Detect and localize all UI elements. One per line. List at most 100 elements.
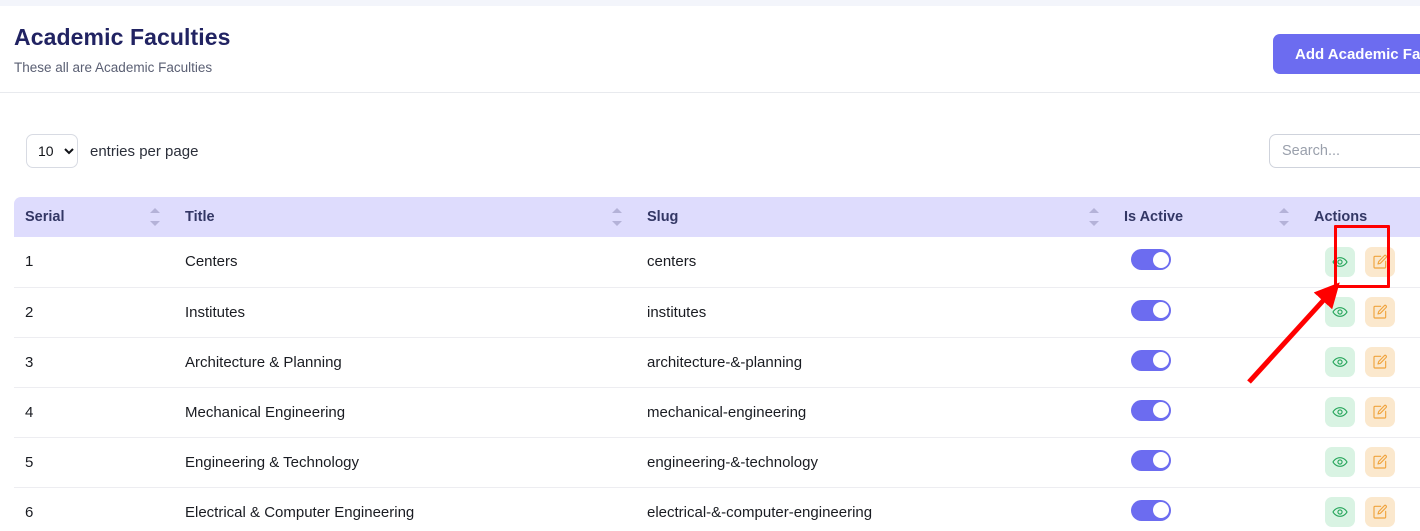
view-button[interactable] — [1325, 497, 1355, 527]
entries-per-page-group: 10 entries per page — [26, 134, 198, 168]
sort-icon-slug[interactable] — [1089, 207, 1099, 227]
toggle-knob — [1153, 402, 1169, 418]
column-label-slug: Slug — [647, 209, 678, 225]
is-active-toggle[interactable] — [1131, 450, 1171, 471]
cell-title: Electrical & Computer Engineering — [174, 487, 636, 531]
faculties-table-container: Serial Title Slug Is Active — [14, 197, 1420, 531]
cell-slug: centers — [636, 237, 1113, 287]
cell-is-active — [1113, 487, 1303, 531]
column-header-title[interactable]: Title — [174, 197, 636, 237]
view-button[interactable] — [1325, 397, 1355, 427]
column-label-actions: Actions — [1314, 209, 1367, 225]
cell-is-active — [1113, 387, 1303, 437]
cell-is-active — [1113, 287, 1303, 337]
column-label-title: Title — [185, 209, 215, 225]
cell-actions — [1303, 237, 1420, 287]
table-body: 1Centerscenters2Institutesinstitutes3Arc… — [14, 237, 1420, 531]
edit-pencil-square-icon — [1372, 504, 1388, 520]
cell-is-active — [1113, 237, 1303, 287]
page-title: Academic Faculties — [14, 24, 231, 51]
action-button-group — [1325, 447, 1420, 477]
cell-serial: 6 — [14, 487, 174, 531]
edit-button[interactable] — [1365, 297, 1395, 327]
search-input[interactable] — [1269, 134, 1420, 168]
is-active-toggle[interactable] — [1131, 400, 1171, 421]
edit-pencil-square-icon — [1372, 454, 1388, 470]
is-active-toggle[interactable] — [1131, 350, 1171, 371]
action-button-group — [1325, 247, 1420, 277]
page-subtitle: These all are Academic Faculties — [14, 60, 212, 75]
table-row: 1Centerscenters — [14, 237, 1420, 287]
cell-serial: 1 — [14, 237, 174, 287]
eye-icon — [1332, 304, 1348, 320]
is-active-toggle[interactable] — [1131, 500, 1171, 521]
cell-actions — [1303, 487, 1420, 531]
sort-icon-title[interactable] — [612, 207, 622, 227]
edit-pencil-square-icon — [1372, 404, 1388, 420]
cell-serial: 2 — [14, 287, 174, 337]
table-row: 6Electrical & Computer Engineeringelectr… — [14, 487, 1420, 531]
eye-icon — [1332, 504, 1348, 520]
cell-slug: engineering-&-technology — [636, 437, 1113, 487]
academic-faculties-page: Academic Faculties These all are Academi… — [0, 0, 1420, 531]
add-academic-faculty-button[interactable]: Add Academic Faculty — [1273, 34, 1420, 74]
toggle-knob — [1153, 302, 1169, 318]
edit-pencil-square-icon — [1372, 354, 1388, 370]
action-button-group — [1325, 397, 1420, 427]
action-button-group — [1325, 497, 1420, 527]
column-header-slug[interactable]: Slug — [636, 197, 1113, 237]
cell-slug: architecture-&-planning — [636, 337, 1113, 387]
entries-per-page-label: entries per page — [90, 143, 198, 160]
column-label-serial: Serial — [25, 209, 65, 225]
table-toolbar: 10 entries per page — [0, 120, 1420, 182]
table-row: 3Architecture & Planningarchitecture-&-p… — [14, 337, 1420, 387]
toggle-knob — [1153, 502, 1169, 518]
view-button[interactable] — [1325, 247, 1355, 277]
cell-slug: mechanical-engineering — [636, 387, 1113, 437]
eye-icon — [1332, 254, 1348, 270]
edit-pencil-square-icon — [1372, 304, 1388, 320]
column-header-serial[interactable]: Serial — [14, 197, 174, 237]
entries-per-page-select[interactable]: 10 — [26, 134, 78, 168]
edit-button[interactable] — [1365, 247, 1395, 277]
edit-button[interactable] — [1365, 397, 1395, 427]
column-header-is-active[interactable]: Is Active — [1113, 197, 1303, 237]
view-button[interactable] — [1325, 447, 1355, 477]
table-row: 4Mechanical Engineeringmechanical-engine… — [14, 387, 1420, 437]
sort-icon-is-active[interactable] — [1279, 207, 1289, 227]
action-button-group — [1325, 297, 1420, 327]
column-header-actions: Actions — [1303, 197, 1420, 237]
cell-is-active — [1113, 337, 1303, 387]
cell-slug: electrical-&-computer-engineering — [636, 487, 1113, 531]
cell-title: Centers — [174, 237, 636, 287]
cell-actions — [1303, 387, 1420, 437]
column-label-is-active: Is Active — [1124, 209, 1183, 225]
cell-actions — [1303, 287, 1420, 337]
cell-serial: 5 — [14, 437, 174, 487]
table-row: 2Institutesinstitutes — [14, 287, 1420, 337]
edit-pencil-square-icon — [1372, 254, 1388, 270]
cell-serial: 3 — [14, 337, 174, 387]
cell-serial: 4 — [14, 387, 174, 437]
is-active-toggle[interactable] — [1131, 249, 1171, 270]
cell-title: Engineering & Technology — [174, 437, 636, 487]
is-active-toggle[interactable] — [1131, 300, 1171, 321]
faculties-table: Serial Title Slug Is Active — [14, 197, 1420, 531]
edit-button[interactable] — [1365, 497, 1395, 527]
sort-icon-serial[interactable] — [150, 207, 160, 227]
cell-title: Architecture & Planning — [174, 337, 636, 387]
table-header-row: Serial Title Slug Is Active — [14, 197, 1420, 237]
page-header: Academic Faculties These all are Academi… — [0, 6, 1420, 93]
cell-slug: institutes — [636, 287, 1113, 337]
table-head: Serial Title Slug Is Active — [14, 197, 1420, 237]
cell-is-active — [1113, 437, 1303, 487]
table-row: 5Engineering & Technologyengineering-&-t… — [14, 437, 1420, 487]
view-button[interactable] — [1325, 297, 1355, 327]
toggle-knob — [1153, 252, 1169, 268]
action-button-group — [1325, 347, 1420, 377]
edit-button[interactable] — [1365, 347, 1395, 377]
view-button[interactable] — [1325, 347, 1355, 377]
cell-title: Institutes — [174, 287, 636, 337]
toggle-knob — [1153, 352, 1169, 368]
edit-button[interactable] — [1365, 447, 1395, 477]
